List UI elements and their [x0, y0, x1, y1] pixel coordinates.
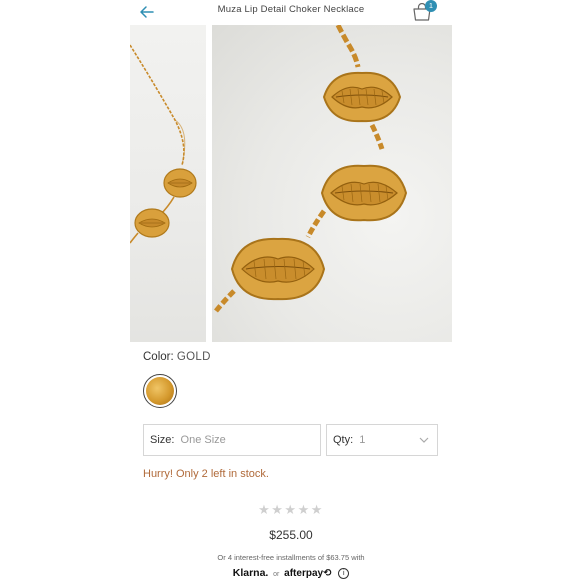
product-page: Muza Lip Detail Choker Necklace 1 Color:… — [130, 0, 452, 580]
left-backdrop — [0, 0, 130, 580]
color-label: Color: — [143, 351, 174, 363]
klarna-logo[interactable]: Klarna. — [233, 567, 269, 579]
back-arrow-icon[interactable] — [138, 3, 156, 21]
installment-text: Or 4 interest-free installments of $63.7… — [217, 553, 365, 562]
product-price: $255.00 — [269, 528, 313, 542]
product-image-main[interactable] — [212, 25, 452, 342]
info-icon[interactable]: i — [338, 568, 350, 579]
qty-label: Qty: — [333, 434, 354, 446]
rating-stars[interactable]: ★★★★★ — [130, 502, 452, 518]
quantity-dropdown[interactable]: Qty: 1 — [326, 424, 438, 456]
product-image-side[interactable] — [130, 25, 206, 342]
color-value: GOLD — [176, 351, 211, 363]
chevron-down-icon — [419, 437, 429, 443]
size-dropdown[interactable]: Size: One Size — [143, 424, 321, 456]
payment-options: Klarna. or afterpay⟲ i — [130, 567, 452, 579]
page-title: Muza Lip Detail Choker Necklace — [217, 4, 365, 15]
color-selector-label: Color: GOLD — [143, 351, 211, 363]
gold-swatch-image — [146, 377, 174, 405]
qty-value: 1 — [359, 434, 366, 446]
size-value: One Size — [180, 434, 226, 446]
top-nav-bar: Muza Lip Detail Choker Necklace 1 — [130, 0, 452, 25]
color-swatch-gold[interactable] — [143, 374, 177, 408]
size-label: Size: — [150, 434, 175, 446]
or-text: or — [273, 571, 280, 578]
stock-warning: Hurry! Only 2 left in stock. — [143, 468, 269, 480]
bag-count-badge: 1 — [425, 0, 437, 12]
afterpay-logo[interactable]: afterpay⟲ — [284, 568, 331, 579]
right-backdrop — [452, 0, 580, 580]
